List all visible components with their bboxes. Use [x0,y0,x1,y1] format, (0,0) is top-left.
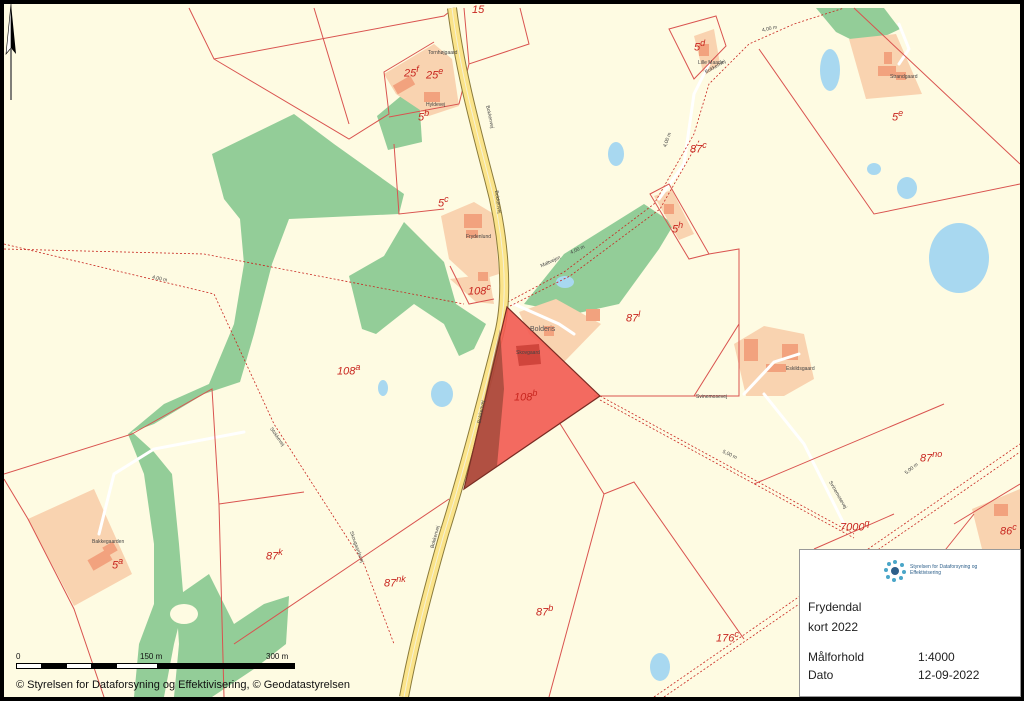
place-name-frydenlund: Frydenlund [466,234,492,240]
north-arrow-icon [5,4,16,100]
parcel-label-176c: 176c [716,629,739,645]
parcel-label-15: 15 [472,4,485,16]
scale-bar-max: 300 m [266,652,289,661]
parcel-label-5a: 5a [112,556,124,572]
place-name-eskildsgaard: Eskildsgaard [786,366,815,372]
parcel-label-87c: 87c [690,140,707,156]
parcel-label-86c: 86c [1000,522,1017,538]
legend-scale-value: 1:4000 [918,650,955,664]
scale-bar-mid: 150 m [140,652,163,661]
place-name-bolderis: Bolderis [530,326,556,333]
parcel-label-87l: 87l [626,309,641,325]
parcel-label-108b: 108b [514,388,538,404]
parcel-label-5c: 5c [438,194,449,210]
parcel-label-25e: 25e [426,66,444,82]
legend-box: Styrelsen for Dataforsyning og Effektivi… [799,549,1021,697]
parcel-label-87k: 87k [266,547,283,563]
parcel-label-87nk: 87nk [384,574,406,590]
parcel-label-5h: 5h [672,220,684,236]
parcel-label-5e: 5e [892,108,904,124]
legend-title-line2: kort 2022 [808,620,859,634]
scale-bar: 0 150 m 300 m [16,652,306,678]
parcel-label-108a: 108a [337,362,361,378]
place-name-skovgaard: Skovgaard [516,350,540,356]
legend-title-line1: Frydendal [808,600,862,614]
place-name-tornhojgaard: Tornhøjgaard [428,50,458,56]
parcel-label-87b: 87b [536,603,554,619]
agency-name: Styrelsen for Dataforsyning og Effektivi… [910,564,978,576]
parcel-label-87no: 87no [920,449,943,465]
parcel-label-5b: 5b [418,108,430,124]
yard-areas [28,29,1020,606]
scale-bar-zero: 0 [16,652,21,661]
place-name-strandgaard: Strandgaard [890,74,918,80]
agency-logo: Styrelsen for Dataforsyning og Effektivi… [882,558,982,588]
agency-logo-icon [884,560,906,582]
legend-scale-label: Målforhold [808,650,865,664]
parcel-label-5d: 5d [694,38,706,54]
legend-date-label: Dato [808,668,834,682]
parcel-label-25f: 25f [404,64,419,80]
place-name-hyldevej: Hyldevej [426,102,446,108]
place-name-bakkegaarden: Bakkegaarden [92,539,125,545]
copyright-notice: © Styrelsen for Dataforsyning og Effekti… [16,679,350,691]
parcel-label-108c: 108c [468,282,491,298]
legend-date-value: 12-09-2022 [918,668,980,682]
road-name-svinemosevej-1: Svinemosevej [696,394,728,400]
parcel-label-7000q: 7000q [840,518,870,534]
